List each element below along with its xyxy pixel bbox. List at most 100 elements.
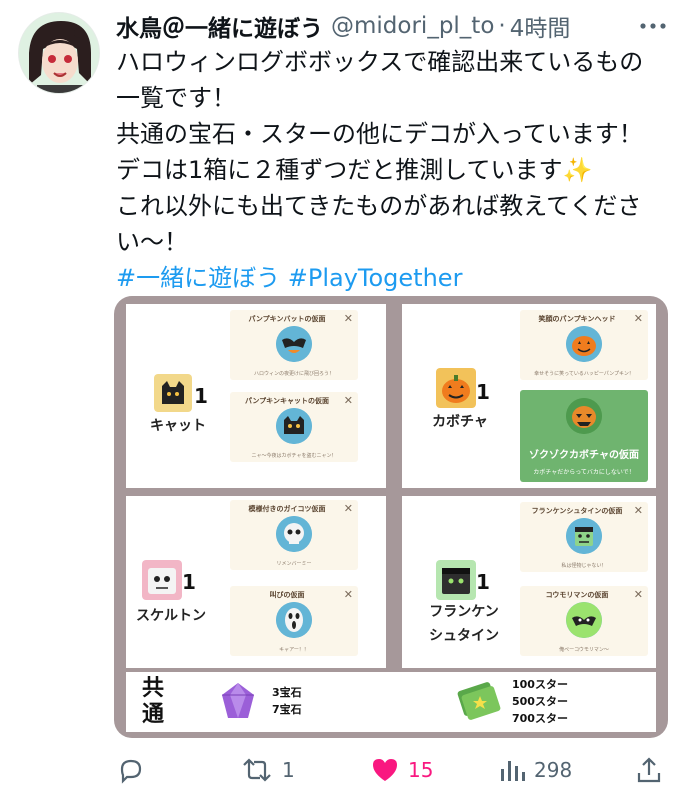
box-label: スケルトン xyxy=(136,608,206,624)
deco-description: カボチャだからってバカにしないで！ xyxy=(533,469,635,476)
box-count: 1 xyxy=(182,570,196,594)
tweet-line: これ以外にも出てきたものがあれば教えてくださ xyxy=(116,192,642,220)
skeleton-box-icon xyxy=(142,560,182,600)
box-label: シュタイン xyxy=(429,628,499,644)
reply-icon xyxy=(120,759,142,784)
close-icon: ✕ xyxy=(633,588,643,601)
close-icon: ✕ xyxy=(633,504,643,517)
like-button[interactable]: 15 xyxy=(370,752,433,788)
star-reward: 700スター xyxy=(512,712,568,725)
close-icon: ✕ xyxy=(343,502,353,515)
frankenstein-mask-icon xyxy=(566,518,602,554)
tweet-timestamp[interactable]: 4時間 xyxy=(510,9,571,43)
tweet-line: 一覧です！ xyxy=(116,84,236,112)
tweet-action-bar: 1 15 298 xyxy=(114,752,674,792)
author-avatar[interactable] xyxy=(18,12,100,94)
deco-card: 模様付きのガイコツ仮面 ✕ リメンバーミー xyxy=(230,500,358,570)
cat-box-icon xyxy=(154,374,192,412)
bat-mask-icon xyxy=(276,326,312,362)
deco-card-highlighted: ゾクゾクカボチャの仮面 カボチャだからってバカにしないで！ xyxy=(520,390,648,482)
deco-description: 私は怪物じゃない！ xyxy=(561,563,607,569)
deco-title: 模様付きのガイコツ仮面 xyxy=(248,505,326,513)
share-icon xyxy=(637,757,661,783)
deco-description: ニャ〜今夜はカボチャを盗むニャン！ xyxy=(251,453,337,459)
common-label-char: 共 xyxy=(141,676,164,701)
gem-icon xyxy=(222,683,254,718)
deco-description: リメンバーミー xyxy=(276,561,312,567)
scream-mask-icon xyxy=(276,602,312,638)
tweet-body: ハロウィンログボボックスで確認出来ているもの 一覧です！ 共通の宝石・スターの他… xyxy=(116,44,676,296)
close-icon: ✕ xyxy=(343,312,353,325)
batman-mask-icon xyxy=(566,602,602,638)
common-label-char: 通 xyxy=(141,702,164,727)
close-icon: ✕ xyxy=(343,394,353,407)
box-count: 1 xyxy=(476,380,490,404)
common-label: 共 通 xyxy=(138,676,168,728)
box-label: キャット xyxy=(150,418,206,434)
deco-card: フランケンシュタインの仮面 ✕ 私は怪物じゃない！ xyxy=(520,502,648,572)
tweet-line: デコは1箱に２種ずつだと推測しています✨ xyxy=(116,156,593,184)
author-name[interactable]: 水鳥＠一緒に遊ぼう xyxy=(116,9,323,43)
deco-card: コウモリマンの仮面 ✕ 俺ぺーコウモリマン〜 xyxy=(520,586,648,656)
common-rewards-panel: 共 通 3宝石 7宝石 100スター 500スター 700スター xyxy=(126,672,656,732)
gem-reward: 7宝石 xyxy=(272,703,302,716)
patterned-skull-mask-icon xyxy=(276,516,312,552)
hashtag-link[interactable]: #一緒に遊ぼう xyxy=(116,264,280,292)
cat-mask-icon xyxy=(276,408,312,444)
box-panel-skeleton: 1 スケルトン 模様付きのガイコツ仮面 ✕ リメンバーミー 叫びの仮面 ✕ キャ… xyxy=(126,496,386,668)
tweet-line: い〜！ xyxy=(116,228,188,256)
views-count: 298 xyxy=(534,758,573,782)
star-rewards: 100スター 500スター 700スター xyxy=(512,676,568,727)
gem-rewards: 3宝石 7宝石 xyxy=(272,684,302,718)
deco-title: 笑顔のパンプキンヘッド xyxy=(538,315,616,323)
deco-description: キャアー！！ xyxy=(279,647,309,653)
box-label: カボチャ xyxy=(432,414,488,430)
share-button[interactable] xyxy=(634,752,664,788)
tweet-line: ハロウィンログボボックスで確認出来ているもの xyxy=(116,48,644,76)
deco-title: 叫びの仮面 xyxy=(269,591,305,599)
tweet-media-image[interactable]: 1 キャット パンプキンバットの仮面 ✕ ハロウィンの夜更けに飛び回ろう！ パン… xyxy=(114,296,668,738)
star-reward: 100スター xyxy=(512,678,568,691)
views-button[interactable]: 298 xyxy=(498,752,572,788)
deco-title: ゾクゾクカボチャの仮面 xyxy=(529,450,639,461)
box-label: フランケン xyxy=(429,604,499,620)
heart-icon xyxy=(373,759,397,781)
like-count: 15 xyxy=(408,758,434,782)
author-handle[interactable]: @midori_pl_to xyxy=(331,13,494,39)
deco-title: フランケンシュタインの仮面 xyxy=(531,507,623,515)
deco-title: パンプキンバットの仮面 xyxy=(248,315,326,323)
reply-button[interactable] xyxy=(116,752,154,788)
tweet-line: 共通の宝石・スターの他にデコが入っています！ xyxy=(116,120,643,148)
retweet-button[interactable]: 1 xyxy=(240,752,295,788)
box-panel-frankenstein: 1 フランケン シュタイン フランケンシュタインの仮面 ✕ 私は怪物じゃない！ … xyxy=(402,496,656,668)
retweet-icon xyxy=(243,758,271,782)
spooky-pumpkin-mask-icon xyxy=(566,398,602,434)
hashtag-link[interactable]: #PlayTogether xyxy=(288,264,463,292)
star-ticket-icon xyxy=(457,682,501,720)
deco-card: 叫びの仮面 ✕ キャアー！！ xyxy=(230,586,358,656)
frankenstein-box-icon xyxy=(436,560,476,600)
pumpkin-box-icon xyxy=(436,368,476,408)
deco-title: コウモリマンの仮面 xyxy=(545,591,609,599)
deco-description: 俺ぺーコウモリマン〜 xyxy=(559,647,609,653)
avatar-illustration xyxy=(19,13,99,93)
pumpkin-head-icon xyxy=(566,326,602,362)
box-count: 1 xyxy=(476,570,490,594)
deco-title: パンプキンキャットの仮面 xyxy=(245,397,329,405)
box-count: 1 xyxy=(194,384,208,408)
separator-dot: · xyxy=(498,13,506,39)
tweet-header: 水鳥＠一緒に遊ぼう @midori_pl_to · 4時間 xyxy=(116,8,668,44)
deco-card: 笑顔のパンプキンヘッド ✕ 幸せそうに笑っているハッピーパンプキン！ xyxy=(520,310,648,380)
deco-card: パンプキンバットの仮面 ✕ ハロウィンの夜更けに飛び回ろう！ xyxy=(230,310,358,380)
gem-reward: 3宝石 xyxy=(272,686,302,699)
box-panel-cat: 1 キャット パンプキンバットの仮面 ✕ ハロウィンの夜更けに飛び回ろう！ パン… xyxy=(126,304,386,488)
close-icon: ✕ xyxy=(343,588,353,601)
hashtag-row: #一緒に遊ぼう #PlayTogether xyxy=(116,260,676,296)
close-icon: ✕ xyxy=(633,312,643,325)
box-panel-pumpkin: 1 カボチャ 笑顔のパンプキンヘッド ✕ 幸せそうに笑っているハッピーパンプキン… xyxy=(402,304,656,488)
deco-description: 幸せそうに笑っているハッピーパンプキン！ xyxy=(534,371,634,377)
retweet-count: 1 xyxy=(282,758,295,782)
star-reward: 500スター xyxy=(512,695,568,708)
deco-card: パンプキンキャットの仮面 ✕ ニャ〜今夜はカボチャを盗むニャン！ xyxy=(230,392,358,462)
more-options-icon[interactable] xyxy=(638,18,668,34)
